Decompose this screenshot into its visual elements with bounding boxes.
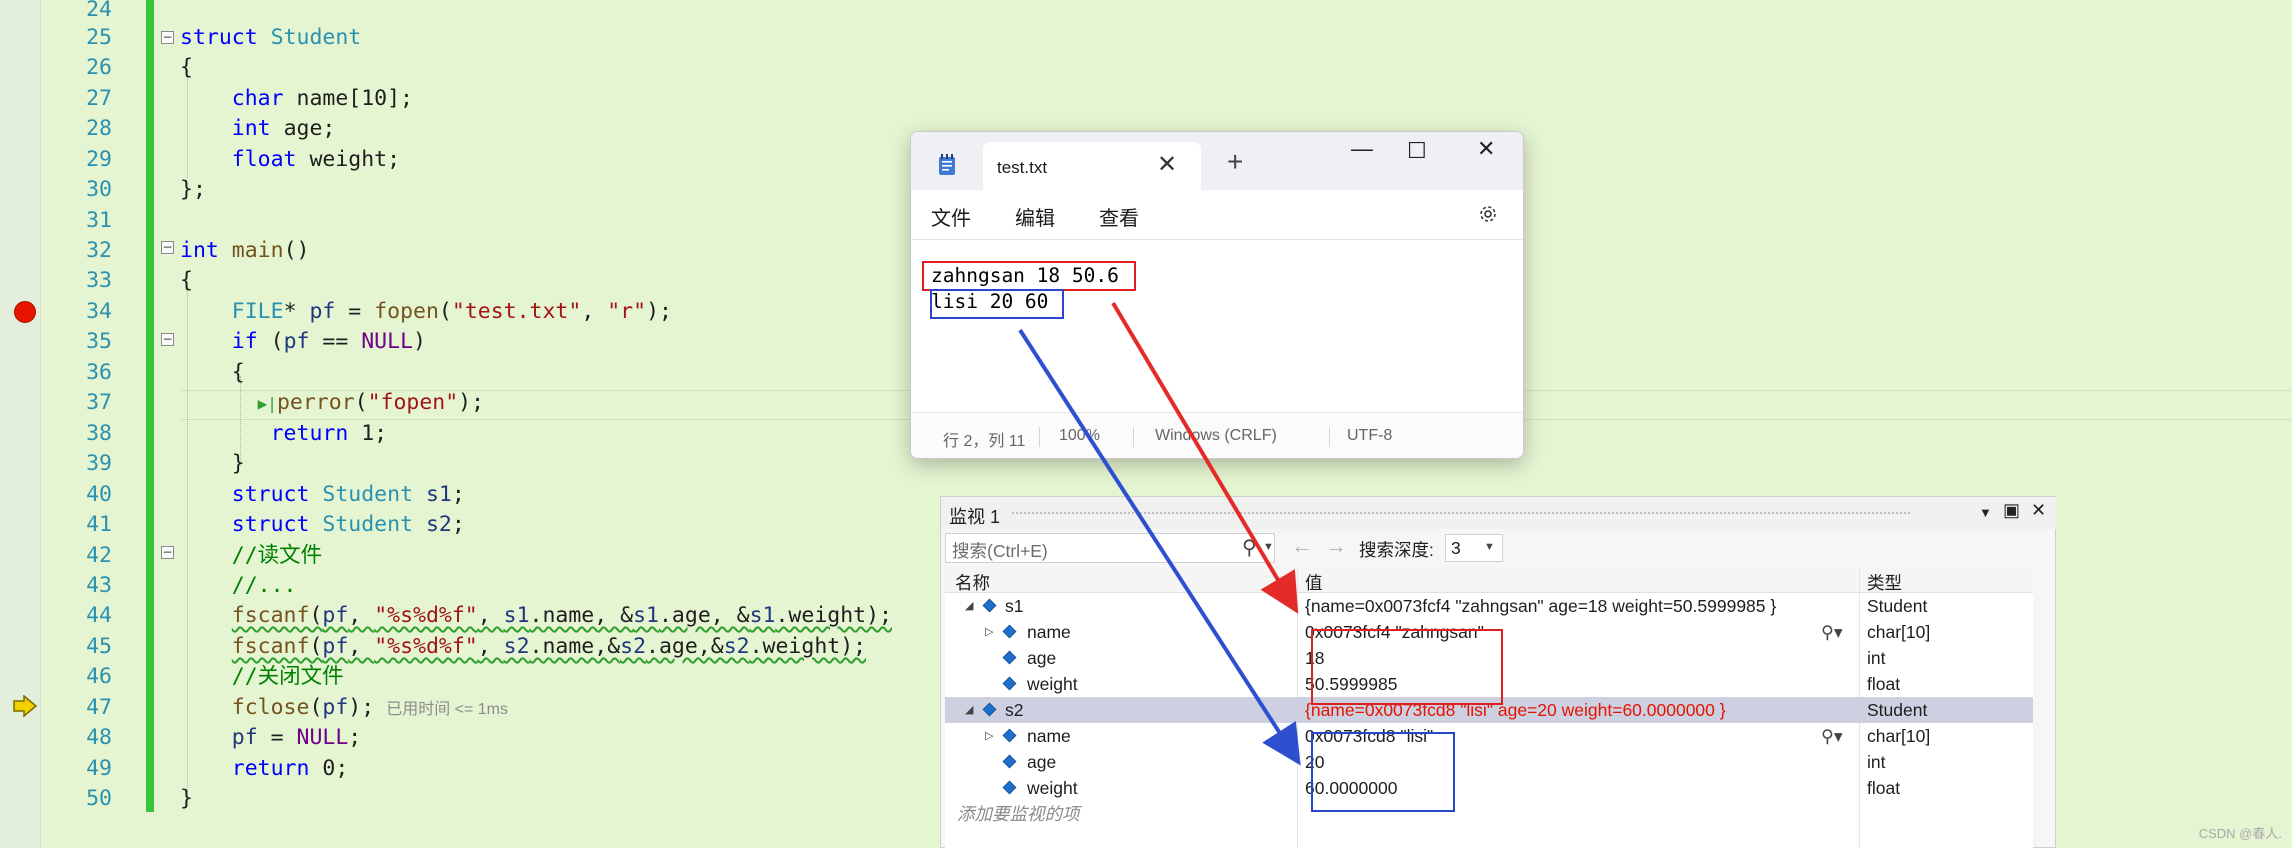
watermark: CSDN @春人.: [2198, 826, 2282, 841]
red-arrow: [1111, 301, 1299, 614]
blue-arrow: [1018, 328, 1301, 766]
annotation-arrows: [1018, 301, 1301, 766]
